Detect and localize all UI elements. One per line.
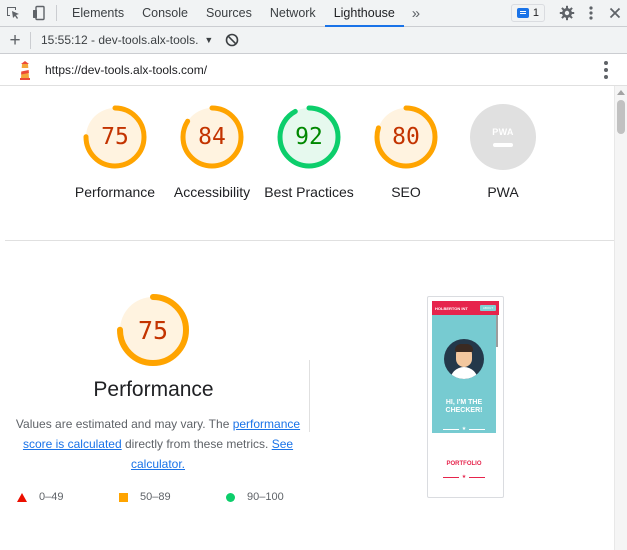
- audited-url[interactable]: https://dev-tools.alx-tools.com/: [45, 63, 207, 77]
- pwa-badge-bar: [493, 143, 513, 147]
- inspect-element-icon[interactable]: [0, 0, 26, 26]
- gauge-performance[interactable]: 75 Performance: [65, 104, 165, 202]
- report-selector-label: 15:55:12 - dev-tools.alx-tools.: [41, 33, 199, 47]
- gauge-score: 80: [392, 124, 420, 150]
- avatar: [444, 339, 484, 379]
- gauge-label: Accessibility: [173, 184, 251, 200]
- tab-lighthouse[interactable]: Lighthouse: [324, 0, 405, 27]
- kebab-menu-icon[interactable]: [579, 0, 603, 27]
- gauge-ring: 80: [373, 104, 439, 170]
- tab-sources[interactable]: Sources: [197, 0, 261, 26]
- star-divider: ★: [442, 427, 486, 432]
- more-tabs-button[interactable]: »: [404, 0, 428, 26]
- gauge-ring: 92: [276, 104, 342, 170]
- tab-label: Console: [142, 6, 188, 20]
- gauge-seo[interactable]: 80 SEO: [356, 104, 456, 202]
- pwa-badge-text: PWA: [492, 127, 514, 137]
- clear-icon[interactable]: [225, 33, 239, 47]
- gauge-ring: 75: [82, 104, 148, 170]
- legend-range: 90–100: [247, 491, 284, 503]
- performance-title: Performance: [93, 378, 214, 401]
- description-text: Values are estimated and may vary. The: [15, 417, 233, 431]
- tab-network[interactable]: Network: [261, 0, 325, 26]
- pwa-badge-icon: PWA: [470, 104, 536, 170]
- orange-square-icon: [119, 492, 128, 502]
- score-gauges: 75 Performance 84 Accessibility 92 Best …: [5, 86, 614, 241]
- gauge-label: Performance: [74, 184, 156, 200]
- performance-section: 75 Performance Values are estimated and …: [5, 242, 614, 550]
- gauge-score: 92: [295, 124, 323, 150]
- green-circle-icon: [226, 492, 235, 502]
- screenshot-scrollbar: [496, 315, 498, 347]
- gauge-label: PWA: [487, 184, 519, 200]
- issues-count: 1: [532, 7, 539, 19]
- red-triangle-icon: [17, 492, 27, 502]
- report-content: 75 Performance 84 Accessibility 92 Best …: [5, 86, 614, 550]
- screenshot-button: ABOUT: [480, 305, 496, 311]
- legend-range: 50–89: [140, 491, 171, 503]
- device-toolbar-icon[interactable]: [26, 0, 52, 26]
- gauge-accessibility[interactable]: 84 Accessibility: [162, 104, 262, 202]
- scrollbar[interactable]: [614, 86, 627, 550]
- toolbar-divider: [30, 31, 31, 49]
- report-selector[interactable]: 15:55:12 - dev-tools.alx-tools. ▼: [41, 33, 213, 47]
- toolbar-divider: [56, 5, 57, 21]
- gauge-ring: 84: [179, 104, 245, 170]
- gauge-ring: PWA: [470, 104, 536, 170]
- tab-label: Lighthouse: [333, 6, 395, 20]
- kebab-menu-icon[interactable]: [604, 61, 608, 79]
- tab-label: Sources: [205, 6, 252, 20]
- gauge-score: 75: [101, 124, 129, 150]
- issues-button[interactable]: 1: [510, 4, 545, 22]
- screenshot-header: HOLBERTON INT ABOUT: [432, 301, 499, 315]
- gauge-score: 84: [198, 124, 226, 150]
- legend-item-pass: 90–100: [226, 489, 284, 505]
- performance-gauge: 75: [115, 292, 191, 368]
- scrollbar-thumb[interactable]: [617, 100, 625, 134]
- close-icon[interactable]: [603, 0, 627, 27]
- screenshot-section-title: PORTFOLIO: [446, 461, 482, 467]
- screenshot-hero: HI, I'M THE CHECKER! ★: [432, 315, 496, 433]
- gauge-label: SEO: [391, 184, 421, 200]
- new-report-button[interactable]: +: [0, 27, 30, 54]
- performance-score: 75: [137, 315, 169, 345]
- gauge-best-practices[interactable]: 92 Best Practices: [259, 104, 359, 202]
- tab-elements[interactable]: Elements: [63, 0, 133, 26]
- gear-icon[interactable]: [555, 0, 579, 27]
- chevron-down-icon: ▼: [204, 35, 214, 45]
- legend-item-fail: 0–49: [17, 489, 63, 505]
- legend-item-average: 50–89: [119, 489, 171, 505]
- gauge-pwa[interactable]: PWA PWA: [453, 104, 553, 202]
- screenshot-hero-text: HI, I'M THE CHECKER!: [445, 399, 483, 414]
- description-text: directly from these metrics.: [121, 437, 272, 451]
- lighthouse-logo-icon: [20, 61, 30, 80]
- tab-console[interactable]: Console: [133, 0, 197, 26]
- devtools-tab-bar: Elements Console Sources Network Lightho…: [0, 0, 627, 27]
- section-divider: [309, 360, 310, 432]
- performance-description: Values are estimated and may vary. The p…: [13, 414, 303, 474]
- screenshot-brand: HOLBERTON INT: [435, 305, 468, 311]
- screenshot-image: HOLBERTON INT ABOUT HI, I'M THE CHECKER!…: [432, 301, 499, 493]
- final-screenshot[interactable]: HOLBERTON INT ABOUT HI, I'M THE CHECKER!…: [427, 296, 504, 498]
- star-divider: ★: [442, 475, 486, 480]
- report-toolbar: + 15:55:12 - dev-tools.alx-tools. ▼: [0, 27, 627, 54]
- scroll-up-arrow-icon[interactable]: [617, 90, 625, 95]
- tab-label: Network: [269, 6, 316, 20]
- legend-range: 0–49: [39, 491, 64, 503]
- tab-label: Elements: [72, 6, 125, 20]
- report-url-bar: https://dev-tools.alx-tools.com/: [0, 55, 627, 86]
- gauge-label: Best Practices: [264, 184, 354, 200]
- score-legend: 0–49 50–89 90–100: [17, 489, 307, 505]
- issues-icon: [516, 8, 529, 18]
